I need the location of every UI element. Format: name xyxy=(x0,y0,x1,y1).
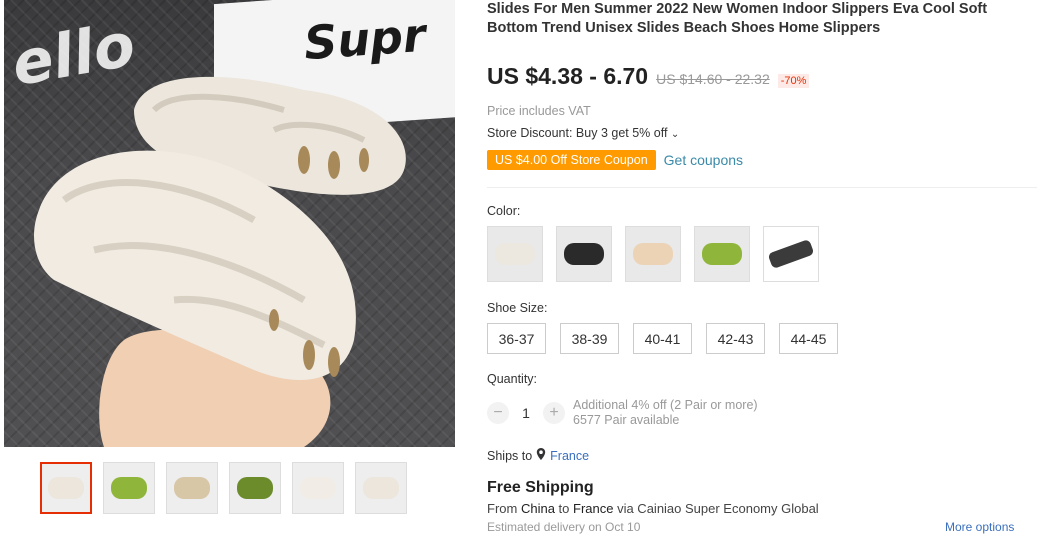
free-shipping-title: Free Shipping xyxy=(487,479,594,496)
thumbnail-6[interactable] xyxy=(355,462,407,514)
color-option-black-slide[interactable] xyxy=(763,226,819,282)
size-option[interactable]: 42-43 xyxy=(706,323,765,354)
thumbnail-1[interactable] xyxy=(40,462,92,514)
shoe-swatch-icon xyxy=(564,243,604,265)
main-product-image[interactable]: Supr ello xyxy=(4,0,455,447)
shoe-swatch-icon xyxy=(633,243,673,265)
current-price: US $4.38 - 6.70 xyxy=(487,63,649,89)
shoe-swatch-icon xyxy=(702,243,742,265)
thumbnail-shoe-icon xyxy=(300,477,336,499)
size-option[interactable]: 44-45 xyxy=(779,323,838,354)
quantity-info: Additional 4% off (2 Pair or more) 6577 … xyxy=(573,398,758,428)
route-destination: France xyxy=(573,501,614,516)
discount-badge: -70% xyxy=(777,74,810,88)
shoe-swatch-icon xyxy=(495,243,535,265)
price-row: US $4.38 - 6.70 US $14.60 - 22.32 -70% xyxy=(487,63,810,90)
divider xyxy=(487,187,1037,188)
thumbnail-strip xyxy=(40,462,407,514)
coupon-row: US $4.00 Off Store Coupon Get coupons xyxy=(487,150,743,170)
route-via: via Cainiao Super Economy Global xyxy=(613,501,819,516)
clog-illustration xyxy=(34,76,406,447)
quantity-value[interactable]: 1 xyxy=(509,405,543,421)
size-options: 36-37 38-39 40-41 42-43 44-45 xyxy=(487,323,838,354)
slide-swatch-icon xyxy=(767,238,815,270)
increase-button[interactable]: + xyxy=(543,402,565,424)
color-option-green[interactable] xyxy=(694,226,750,282)
thumbnail-3[interactable] xyxy=(166,462,218,514)
route-from: From xyxy=(487,501,521,516)
thumbnail-2[interactable] xyxy=(103,462,155,514)
thumbnail-shoe-icon xyxy=(111,477,147,499)
more-options-link[interactable]: More options xyxy=(945,520,1014,534)
color-option-white[interactable] xyxy=(487,226,543,282)
vat-note: Price includes VAT xyxy=(487,104,591,118)
color-option-apricot[interactable] xyxy=(625,226,681,282)
route-origin: China xyxy=(520,501,555,516)
route-to: to xyxy=(554,501,573,516)
store-coupon-badge: US $4.00 Off Store Coupon xyxy=(487,150,656,170)
get-coupons-link[interactable]: Get coupons xyxy=(664,152,743,168)
thumbnail-shoe-icon xyxy=(363,477,399,499)
thumbnail-4[interactable] xyxy=(229,462,281,514)
size-label: Shoe Size: xyxy=(487,301,548,315)
original-price: US $14.60 - 22.32 xyxy=(656,71,770,87)
thumbnail-shoe-icon xyxy=(48,477,84,499)
color-label: Color: xyxy=(487,204,521,218)
ship-location-link[interactable]: France xyxy=(550,449,589,463)
ships-to: Ships to France xyxy=(487,448,589,463)
store-discount-text: Store Discount: Buy 3 get 5% off xyxy=(487,126,668,140)
size-option[interactable]: 38-39 xyxy=(560,323,619,354)
size-option[interactable]: 36-37 xyxy=(487,323,546,354)
product-title: Slides For Men Summer 2022 New Women Ind… xyxy=(487,1,988,36)
chevron-down-icon: ⌄ xyxy=(670,129,680,140)
decrease-button[interactable]: − xyxy=(487,402,509,424)
location-pin-icon xyxy=(536,448,546,463)
ships-to-label: Ships to xyxy=(487,448,533,463)
bulk-offer: Additional 4% off (2 Pair or more) xyxy=(573,398,758,412)
size-option[interactable]: 40-41 xyxy=(633,323,692,354)
quantity-stepper: − 1 + Additional 4% off (2 Pair or more)… xyxy=(487,398,758,428)
quantity-label: Quantity: xyxy=(487,372,538,386)
shipping-route: From China to France via Cainiao Super E… xyxy=(487,501,819,516)
store-discount[interactable]: Store Discount: Buy 3 get 5% off ⌄ xyxy=(487,126,679,140)
color-option-black[interactable] xyxy=(556,226,612,282)
thumbnail-shoe-icon xyxy=(237,477,273,499)
thumbnail-5[interactable] xyxy=(292,462,344,514)
estimated-delivery: Estimated delivery on Oct 10 xyxy=(487,520,641,534)
thumbnail-shoe-icon xyxy=(174,477,210,499)
stock-available: 6577 Pair available xyxy=(573,413,680,427)
color-options xyxy=(487,226,819,282)
